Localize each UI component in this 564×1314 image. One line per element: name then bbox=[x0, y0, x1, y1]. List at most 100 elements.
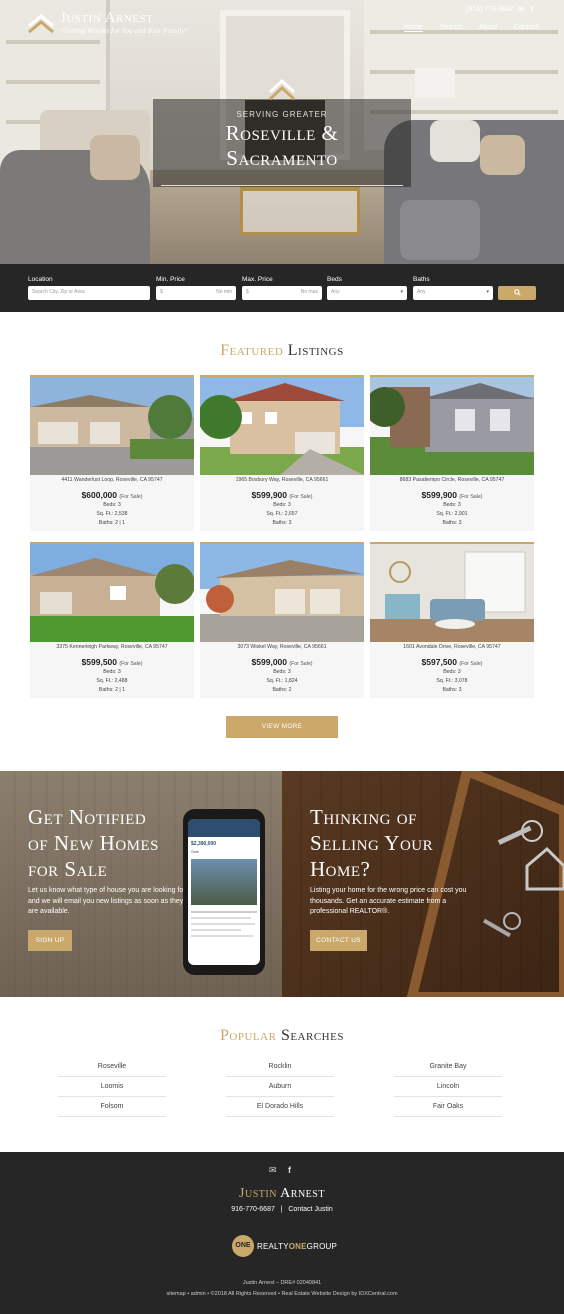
listing-card[interactable]: 1965 Bosbury Way, Roseville, CA 95661 $5… bbox=[200, 375, 364, 531]
listing-baths: Baths: 2 | 1 bbox=[98, 687, 126, 693]
listing-photo[interactable] bbox=[30, 377, 194, 475]
beds-select[interactable]: Any ▾ bbox=[327, 286, 407, 300]
hero-pillow bbox=[430, 120, 480, 162]
envelope-icon[interactable]: ✉ bbox=[518, 5, 525, 14]
footer-links[interactable]: sitemap • admin • ©2018 All Rights Reser… bbox=[0, 1291, 564, 1297]
listing-card[interactable]: 4411 Wanderlust Loop, Roseville, CA 9574… bbox=[30, 375, 194, 531]
listing-price: $600,000 (For Sale) bbox=[30, 490, 194, 500]
nav-about[interactable]: About bbox=[479, 24, 497, 31]
brokerage-logo: ONE REALTYONEGROUP bbox=[232, 1235, 337, 1257]
facebook-icon[interactable]: f bbox=[531, 5, 534, 14]
envelope-icon[interactable]: ✉ bbox=[269, 1165, 277, 1176]
listing-baths: Baths: 3 bbox=[442, 520, 462, 526]
listing-photo[interactable] bbox=[200, 377, 364, 475]
listing-photo[interactable] bbox=[370, 544, 534, 642]
footer-separator: | bbox=[280, 1206, 283, 1213]
nav-home[interactable]: Home bbox=[404, 24, 423, 32]
location-input[interactable]: Search City, Zip or Area bbox=[28, 286, 150, 300]
selling-title-line: Selling Your bbox=[310, 831, 434, 855]
listing-baths: Baths: 3 bbox=[442, 687, 462, 693]
footer-license: Justin Arnest – DRE# 02040841 bbox=[242, 1280, 322, 1286]
baths-label: Baths bbox=[413, 276, 430, 283]
popular-search-link[interactable]: Granite Bay bbox=[394, 1063, 502, 1077]
baths-select[interactable]: Any ▾ bbox=[413, 286, 493, 300]
listing-card[interactable]: 3375 Kennerleigh Parkway, Roseville, CA … bbox=[30, 542, 194, 698]
listing-photo[interactable] bbox=[30, 544, 194, 642]
listing-card[interactable]: 8683 Pasatiempo Circle, Roseville, CA 95… bbox=[370, 375, 534, 531]
listing-status: (For Sale) bbox=[459, 661, 483, 667]
listing-photo[interactable] bbox=[370, 377, 534, 475]
beds-label: Beds bbox=[327, 276, 342, 283]
max-price-input[interactable]: $ No max bbox=[242, 286, 322, 300]
listing-price: $599,900 (For Sale) bbox=[370, 490, 534, 500]
footer-phone[interactable]: 916-770-6687 bbox=[231, 1206, 275, 1213]
listing-status: (For Sale) bbox=[289, 494, 313, 500]
max-price-label: Max. Price bbox=[242, 276, 273, 283]
min-price-label: Min. Price bbox=[156, 276, 185, 283]
listing-sqft: Sq. Ft.: 1,824 bbox=[266, 678, 298, 684]
hero-coffee-table bbox=[240, 185, 360, 235]
listing-beds: Beds: 3 bbox=[103, 502, 121, 508]
footer-name-last: Arnest bbox=[280, 1186, 325, 1201]
popular-search-link[interactable]: Folsom bbox=[58, 1103, 166, 1117]
footer-name-first: Justin bbox=[239, 1186, 277, 1201]
min-price-input[interactable]: $ No min bbox=[156, 286, 236, 300]
listing-baths: Baths: 3 bbox=[272, 520, 292, 526]
logo-chevron-icon bbox=[28, 13, 54, 34]
beds-value: Any bbox=[331, 289, 340, 295]
contact-us-button[interactable]: CONTACT US bbox=[310, 930, 367, 951]
listing-beds: Beds: 3 bbox=[103, 669, 121, 675]
listing-sqft: Sq. Ft.: 2,657 bbox=[266, 511, 298, 517]
popular-search-link[interactable]: Fair Oaks bbox=[394, 1103, 502, 1117]
popular-search-link[interactable]: Rocklin bbox=[226, 1063, 334, 1077]
header-phone[interactable]: (916) 770-6687 bbox=[466, 6, 514, 13]
logo-tagline: "Getting Results for You and Your Family… bbox=[60, 26, 188, 35]
phone-screen: $2,390,000 Sale bbox=[188, 819, 260, 965]
search-icon bbox=[513, 289, 521, 296]
facebook-icon[interactable]: f bbox=[288, 1165, 291, 1175]
popular-search-link[interactable]: Loomis bbox=[58, 1083, 166, 1097]
popular-search-link[interactable]: Lincoln bbox=[394, 1083, 502, 1097]
listing-photo[interactable] bbox=[200, 544, 364, 642]
sign-up-button[interactable]: SIGN UP bbox=[28, 930, 72, 951]
listing-status: (For Sale) bbox=[289, 661, 313, 667]
listing-card[interactable]: 1601 Avondale Drive, Roseville, CA 95747… bbox=[370, 542, 534, 698]
search-button[interactable] bbox=[498, 286, 536, 300]
nav-search[interactable]: Search bbox=[440, 24, 462, 31]
listing-baths: Baths: 2 | 1 bbox=[98, 520, 126, 526]
listing-status: (For Sale) bbox=[119, 661, 143, 667]
hero-title-line: Sacramento bbox=[226, 146, 338, 170]
hero-title: Roseville & Sacramento bbox=[153, 121, 411, 171]
brokerage-name-c: GROUP bbox=[306, 1241, 338, 1251]
chevron-down-icon: ▾ bbox=[486, 289, 489, 295]
listing-address: 8683 Pasatiempo Circle, Roseville, CA 95… bbox=[399, 477, 505, 483]
popular-search-link[interactable]: El Dorado Hills bbox=[226, 1103, 334, 1117]
nav-contact[interactable]: Contact bbox=[514, 24, 538, 31]
listing-address: 4411 Wanderlust Loop, Roseville, CA 9574… bbox=[61, 477, 163, 483]
phone-mockup: $2,390,000 Sale bbox=[183, 809, 265, 975]
listing-card[interactable]: 3073 Wiskel Way, Roseville, CA 95661 $59… bbox=[200, 542, 364, 698]
popular-search-link[interactable]: Auburn bbox=[226, 1083, 334, 1097]
popular-searches-heading: Popular Searches bbox=[0, 1027, 564, 1045]
brokerage-name: REALTYONEGROUP bbox=[257, 1242, 337, 1251]
popular-search-link[interactable]: Roseville bbox=[58, 1063, 166, 1077]
view-more-button[interactable]: VIEW MORE bbox=[226, 716, 338, 738]
listing-price-value: $599,500 bbox=[81, 657, 117, 667]
property-search-bar: Location Search City, Zip or Area Min. P… bbox=[0, 264, 564, 312]
listing-price: $597,500 (For Sale) bbox=[370, 657, 534, 667]
max-price-placeholder: No max bbox=[300, 289, 318, 295]
listing-beds: Beds: 3 bbox=[273, 669, 291, 675]
listing-price: $599,000 (For Sale) bbox=[200, 657, 364, 667]
site-footer: ✉ f Justin Arnest 916-770-6687 | Contact… bbox=[0, 1152, 564, 1314]
footer-contact-link[interactable]: Contact Justin bbox=[288, 1206, 332, 1213]
listing-price-value: $599,900 bbox=[251, 490, 287, 500]
listing-price: $599,500 (For Sale) bbox=[30, 657, 194, 667]
phone-notch bbox=[209, 809, 239, 816]
baths-value: Any bbox=[417, 289, 426, 295]
notify-text: Let us know what type of house you are l… bbox=[28, 887, 186, 915]
footer-contact-line: 916-770-6687 | Contact Justin bbox=[0, 1206, 564, 1213]
site-logo[interactable]: Justin Arnest "Getting Results for You a… bbox=[28, 10, 188, 36]
chevron-down-icon: ▾ bbox=[400, 289, 403, 295]
hero-pillow bbox=[90, 135, 140, 180]
listing-sqft: Sq. Ft.: 3,078 bbox=[436, 678, 468, 684]
